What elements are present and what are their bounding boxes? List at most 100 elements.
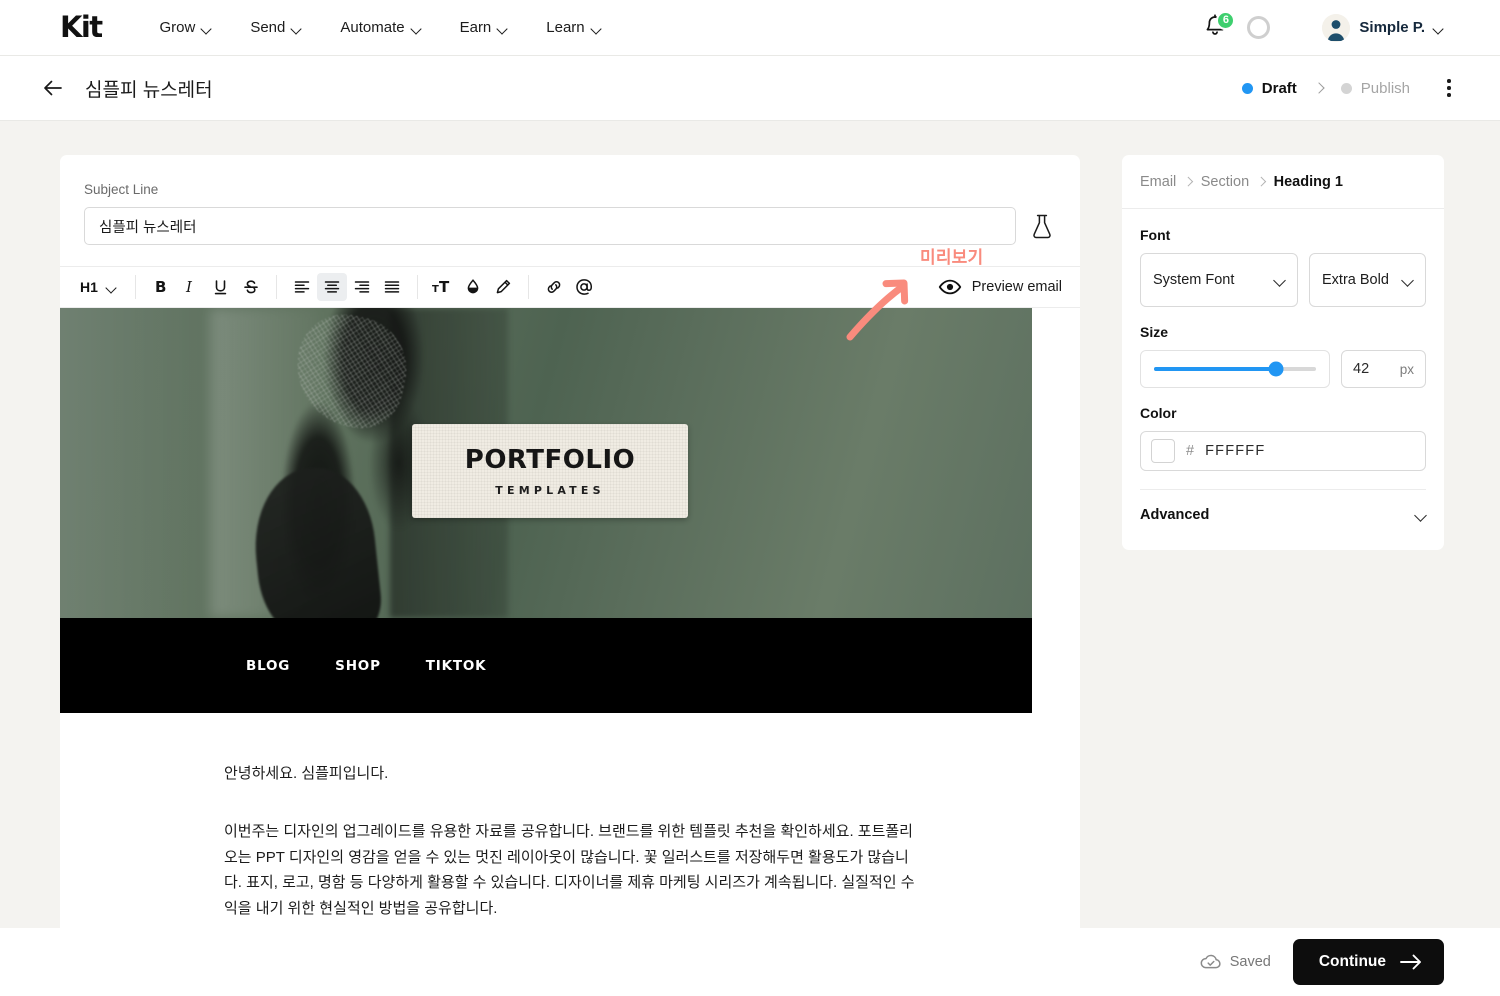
email-editor-card: Subject Line H1 <box>60 155 1080 947</box>
avatar <box>1322 13 1351 42</box>
block-style-select[interactable]: H1 <box>76 273 125 301</box>
status-step-draft[interactable]: Draft <box>1241 80 1297 97</box>
nav-label: Learn <box>546 19 585 36</box>
more-options-button[interactable] <box>1438 79 1460 97</box>
email-body-copy[interactable]: 안녕하세요. 심플피입니다. 이번주는 디자인의 업그레이드를 유용한 자료를 … <box>60 713 1080 922</box>
notification-badge: 6 <box>1216 10 1236 30</box>
kit-logo[interactable]: Kit <box>60 13 103 42</box>
nav-item-learn[interactable]: Learn <box>546 19 601 36</box>
page-title: 심플피 뉴스레터 <box>85 79 213 101</box>
advanced-section-toggle[interactable]: Advanced <box>1122 490 1444 540</box>
formatting-toolbar: H1 B I T T Preview email <box>60 266 1080 308</box>
editor-footer-bar: Saved Continue <box>0 928 1500 996</box>
email-nav-links: BLOG SHOP TIKTOK <box>246 658 486 674</box>
font-family-value: System Font <box>1153 271 1235 288</box>
color-swatch[interactable] <box>1151 439 1175 463</box>
italic-button[interactable]: I <box>176 273 206 301</box>
bold-icon: B <box>155 278 166 296</box>
font-weight-select[interactable]: Extra Bold <box>1309 253 1426 307</box>
continue-button[interactable]: Continue <box>1292 939 1444 985</box>
align-center-icon <box>324 281 340 293</box>
progress-ring-icon[interactable] <box>1247 16 1271 39</box>
nav-item-automate[interactable]: Automate <box>340 19 421 36</box>
text-style-group: B I <box>146 274 266 300</box>
chevron-down-icon <box>592 25 602 31</box>
ab-test-button[interactable] <box>1028 209 1056 243</box>
subject-line-row <box>84 207 1056 245</box>
nav-label: Grow <box>159 19 196 36</box>
link-button[interactable] <box>539 273 569 301</box>
size-slider-fill <box>1154 367 1276 371</box>
email-hero-image[interactable]: Heading 1 PORTFOLIO TEMPLATES <box>60 308 1032 618</box>
appearance-group: T T <box>428 274 518 300</box>
kebab-dot <box>1447 79 1451 83</box>
color-label: Color <box>1140 405 1177 421</box>
status-step-publish[interactable]: Publish <box>1340 79 1410 97</box>
chevron-down-icon <box>1415 512 1426 519</box>
breadcrumb: Email Section Heading 1 <box>1122 155 1444 209</box>
font-row: System Font Extra Bold <box>1140 253 1426 307</box>
email-nav-link-tiktok[interactable]: TIKTOK <box>426 658 487 674</box>
text-size-icon: T T <box>432 278 450 296</box>
user-name-label: Simple P. <box>1359 19 1425 36</box>
size-slider-knob[interactable] <box>1268 361 1283 377</box>
user-menu[interactable]: Simple P. <box>1322 13 1444 42</box>
email-nav-link-blog[interactable]: BLOG <box>246 658 290 674</box>
nav-item-send[interactable]: Send <box>250 19 302 36</box>
align-left-icon <box>294 281 310 293</box>
status-label-publish: Publish <box>1360 79 1410 97</box>
text-color-button[interactable] <box>458 273 488 301</box>
size-input[interactable] <box>1353 361 1400 377</box>
link-icon <box>547 281 561 293</box>
status-dot-draft <box>1241 82 1253 94</box>
strikethrough-button[interactable] <box>236 273 266 301</box>
mention-button[interactable] <box>569 273 599 301</box>
chevron-right-icon <box>1313 82 1325 94</box>
annotation-label: 미리보기 <box>920 248 984 267</box>
font-family-select[interactable]: System Font <box>1140 253 1298 307</box>
nav-label: Earn <box>459 19 492 36</box>
font-size-button[interactable]: T T <box>428 273 458 301</box>
nav-right-cluster: 6 Simple P. <box>1203 10 1444 43</box>
size-slider-container[interactable] <box>1140 350 1330 388</box>
chevron-right-icon <box>1256 176 1266 187</box>
color-hex-value[interactable]: FFFFFF <box>1205 443 1265 459</box>
align-justify-button[interactable] <box>377 273 407 301</box>
highlighter-button[interactable] <box>488 273 518 301</box>
email-nav-link-shop[interactable]: SHOP <box>335 658 381 674</box>
back-button[interactable] <box>40 75 66 101</box>
publish-flow-status: Draft Publish <box>1241 79 1460 97</box>
bold-button[interactable]: B <box>146 273 176 301</box>
chevron-right-icon <box>1183 176 1194 187</box>
arrow-right-icon <box>1400 954 1421 970</box>
arrow-left-icon <box>44 80 62 96</box>
notifications-button[interactable]: 6 <box>1203 10 1236 43</box>
email-nav-bar: BLOG SHOP TIKTOK <box>60 618 1032 713</box>
align-left-button[interactable] <box>287 273 317 301</box>
size-number-field[interactable]: px <box>1341 350 1426 388</box>
svg-text:B: B <box>155 278 166 296</box>
preview-email-label: Preview email <box>971 279 1062 295</box>
user-avatar-icon <box>1322 13 1351 42</box>
preview-email-button[interactable]: Preview email <box>938 278 1062 296</box>
align-center-button[interactable] <box>316 273 347 301</box>
breadcrumb-item-section[interactable]: Section <box>1201 174 1249 190</box>
chevron-down-icon <box>1402 277 1413 284</box>
underline-button[interactable] <box>206 273 236 301</box>
email-paragraph-main: 이번주는 디자인의 업그레이드를 유용한 자료를 공유합니다. 브랜드를 위한 … <box>224 822 915 918</box>
nav-item-grow[interactable]: Grow <box>159 19 212 36</box>
editor-sub-header: 심플피 뉴스레터 Draft Publish <box>0 56 1500 121</box>
size-row: px <box>1140 350 1426 388</box>
color-field[interactable]: # FFFFFF <box>1140 431 1426 471</box>
breadcrumb-item-email[interactable]: Email <box>1140 174 1176 190</box>
status-dot-publish <box>1340 82 1352 94</box>
kebab-dot <box>1447 93 1451 97</box>
align-right-button[interactable] <box>347 273 377 301</box>
alignment-group <box>287 273 407 301</box>
size-slider-track[interactable] <box>1154 361 1316 377</box>
insert-group <box>539 274 599 300</box>
breadcrumb-item-heading[interactable]: Heading 1 <box>1274 174 1343 190</box>
color-drop-icon <box>467 279 479 294</box>
subject-input[interactable] <box>84 207 1016 245</box>
nav-item-earn[interactable]: Earn <box>460 19 509 36</box>
